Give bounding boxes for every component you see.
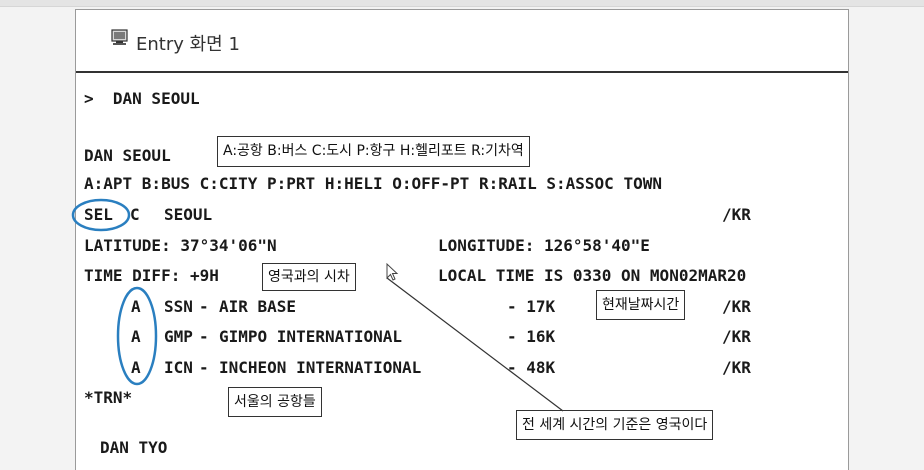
- annotation-overlay: [71, 198, 564, 412]
- sel-highlight-circle: [71, 198, 131, 232]
- mouse-cursor-icon: [386, 262, 399, 281]
- airport-type-highlight-circle: [116, 286, 158, 386]
- callout-connector-line: [386, 277, 564, 412]
